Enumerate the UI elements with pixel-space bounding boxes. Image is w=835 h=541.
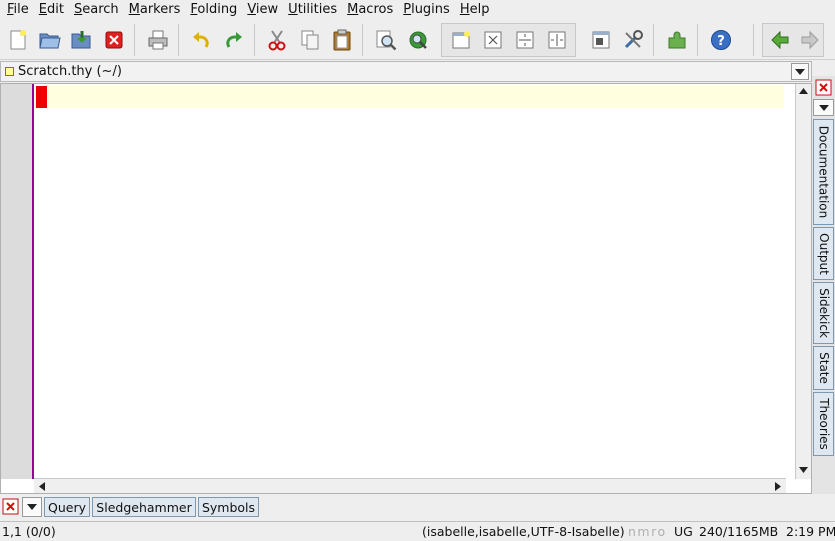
gutter[interactable] [1, 84, 32, 479]
menu-markers[interactable]: Markers [124, 0, 186, 20]
chevron-down-icon [27, 504, 37, 510]
navigate-back-icon[interactable] [766, 26, 794, 54]
cut-icon[interactable] [263, 26, 291, 54]
right-dock: Documentation Output Sidekick State Theo… [812, 76, 835, 494]
open-file-icon[interactable] [36, 26, 64, 54]
menu-help[interactable]: Help [455, 0, 495, 20]
tab-sidekick[interactable]: Sidekick [813, 282, 834, 344]
right-dock-close-icon[interactable] [815, 79, 832, 96]
menu-edit[interactable]: Edit [34, 0, 69, 20]
buffer-mode-info[interactable]: (isabelle,isabelle,UTF-8-Isabelle) [422, 524, 625, 539]
vertical-scrollbar[interactable] [795, 84, 811, 479]
save-icon[interactable] [68, 26, 96, 54]
bottom-dock-menu-button[interactable] [22, 497, 42, 517]
bottom-dock-close-icon[interactable] [2, 498, 19, 515]
gutter-border [32, 84, 34, 479]
menu-file[interactable]: File [2, 0, 34, 20]
unsplit-icon[interactable] [479, 26, 507, 54]
tab-symbols[interactable]: Symbols [198, 497, 259, 517]
tools-icon[interactable] [619, 26, 647, 54]
menu-folding[interactable]: Folding [185, 0, 242, 20]
close-file-icon[interactable] [100, 26, 128, 54]
options-icon[interactable] [587, 26, 615, 54]
caret [36, 86, 47, 108]
text-area[interactable] [0, 83, 812, 494]
tab-output[interactable]: Output [813, 227, 834, 280]
svg-text:?: ? [717, 34, 725, 49]
plugin-manager-icon[interactable] [663, 26, 691, 54]
buffer-dropdown-button[interactable] [791, 63, 809, 80]
help-icon[interactable]: ? [707, 26, 735, 54]
toolbar: ? [0, 20, 835, 60]
horizontal-scrollbar[interactable] [34, 478, 786, 493]
print-icon[interactable] [144, 26, 172, 54]
tab-sledgehammer[interactable]: Sledgehammer [92, 497, 196, 517]
undo-icon[interactable] [187, 26, 215, 54]
copy-icon[interactable] [296, 26, 324, 54]
redo-icon[interactable] [220, 26, 248, 54]
input-mode-indicator[interactable]: UG [674, 524, 693, 539]
split-vertical-icon[interactable] [543, 26, 571, 54]
status-flags[interactable]: nmro [628, 524, 667, 539]
chevron-down-icon [795, 68, 805, 75]
menu-plugins[interactable]: Plugins [398, 0, 455, 20]
find-in-files-icon[interactable] [404, 26, 432, 54]
buffer-switcher[interactable]: Scratch.thy (~/) [0, 61, 812, 82]
tab-state[interactable]: State [813, 346, 834, 390]
bottom-dock: Query Sledgehammer Symbols [0, 495, 835, 519]
right-dock-menu-button[interactable] [813, 99, 834, 116]
tab-documentation[interactable]: Documentation [813, 119, 834, 225]
find-icon[interactable] [372, 26, 400, 54]
memory-status[interactable]: 240/1165MB [699, 524, 778, 539]
menu-view[interactable]: View [242, 0, 283, 20]
new-file-icon[interactable] [4, 26, 32, 54]
paste-icon[interactable] [328, 26, 356, 54]
current-line-highlight [34, 85, 784, 108]
chevron-down-icon [818, 104, 829, 111]
tab-query[interactable]: Query [44, 497, 90, 517]
file-status-icon [5, 67, 14, 76]
split-horizontal-icon[interactable] [511, 26, 539, 54]
clock: 2:19 PM [786, 524, 835, 539]
navigate-forward-icon[interactable] [796, 26, 824, 54]
menu-utilities[interactable]: Utilities [283, 0, 342, 20]
tab-theories[interactable]: Theories [813, 392, 834, 456]
status-bar: 1,1 (0/0) (isabelle,isabelle,UTF-8-Isabe… [0, 521, 835, 541]
menu-search[interactable]: Search [69, 0, 124, 20]
scroll-left-arrow-icon[interactable] [39, 482, 45, 491]
new-view-icon[interactable] [447, 26, 475, 54]
scroll-up-arrow-icon[interactable] [799, 88, 808, 94]
caret-position[interactable]: 1,1 (0/0) [2, 524, 56, 539]
scroll-down-arrow-icon[interactable] [799, 467, 808, 473]
buffer-label: Scratch.thy (~/) [18, 64, 122, 79]
menu-bar: File Edit Search Markers Folding View Ut… [0, 0, 835, 20]
scroll-right-arrow-icon[interactable] [775, 482, 781, 491]
menu-macros[interactable]: Macros [342, 0, 398, 20]
